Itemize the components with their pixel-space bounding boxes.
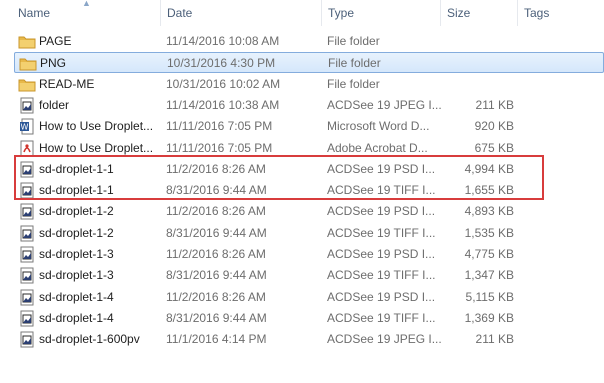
file-date: 11/2/2016 8:26 AM [166,161,266,176]
file-size [447,53,515,74]
file-date: 8/31/2016 9:44 AM [166,268,267,283]
file-row[interactable]: sd-droplet-1-600pv 11/1/2016 4:14 PM ACDSe… [14,329,604,350]
file-name: How to Use Droplet... [39,119,154,134]
file-type: File folder [328,56,381,71]
file-date: 11/14/2016 10:08 AM [166,34,280,48]
file-name: sd-droplet-1-1 [39,161,114,176]
folder-row[interactable]: PAGE 11/14/2016 10:08 AM File folder [14,31,604,52]
file-type: Microsoft Word D... [327,119,430,134]
file-type: ACDSee 19 TIFF I... [327,268,436,283]
image-file-icon [18,310,36,327]
image-file-icon [18,182,36,199]
file-row[interactable]: sd-droplet-1-3 11/2/2016 8:26 AM ACDSee 19… [14,244,604,265]
file-date: 11/11/2016 7:05 PM [166,119,273,134]
image-file-icon [18,203,36,220]
image-file-icon [18,267,36,284]
file-size: 211 KB [475,97,514,112]
file-size: 1,347 KB [464,268,514,283]
file-type: File folder [327,76,380,91]
file-size: 1,369 KB [464,310,514,325]
file-type: File folder [327,34,380,48]
file-type: ACDSee 19 TIFF I... [327,183,436,198]
file-size [446,74,514,95]
folder-icon [19,55,37,72]
folder-row[interactable]: READ-ME 10/31/2016 10:02 AM File folder [14,74,604,95]
file-date: 11/11/2016 7:05 PM [166,140,273,155]
column-header-bar: Name ▲ Date Type Size Tags [0,0,604,26]
file-name: READ-ME [39,76,95,91]
column-header-size[interactable]: Size [441,0,517,26]
file-row[interactable]: W How to Use Droplet... 11/11/2016 7:05 PM… [14,116,604,137]
folder-icon [18,33,36,50]
file-date: 11/2/2016 8:26 AM [166,289,266,304]
image-file-icon [18,97,36,114]
file-size [446,31,514,52]
file-name: sd-droplet-1-1 [39,183,114,198]
file-size: 1,655 KB [464,183,514,198]
file-row[interactable]: sd-droplet-1-2 11/2/2016 8:26 AM ACDSee 19… [14,201,604,222]
file-row[interactable]: sd-droplet-1-1 11/2/2016 8:26 AM ACDSee 19… [14,159,604,180]
folder-icon [18,76,36,93]
file-type: ACDSee 19 PSD I... [327,161,436,176]
file-date: 8/31/2016 9:44 AM [166,225,267,240]
column-header-tags[interactable]: Tags [518,0,604,26]
svg-text:W: W [21,123,29,132]
file-date: 10/31/2016 4:30 PM [167,56,276,71]
file-date: 11/2/2016 8:26 AM [166,247,266,261]
file-size: 920 KB [474,119,514,134]
file-size: 4,775 KB [464,247,514,261]
file-type: ACDSee 19 JPEG I... [327,97,442,112]
file-date: 11/1/2016 4:14 PM [166,332,267,347]
file-row[interactable]: sd-droplet-1-2 8/31/2016 9:44 AM ACDSee 19… [14,223,604,244]
file-type: ACDSee 19 PSD I... [327,247,436,261]
file-size: 4,994 KB [464,161,514,176]
file-type: ACDSee 19 TIFF I... [327,225,436,240]
file-date: 8/31/2016 9:44 AM [166,183,267,198]
file-size: 4,893 KB [464,204,514,219]
image-file-icon [18,161,36,178]
file-size: 675 KB [474,140,514,155]
column-header-type[interactable]: Type [322,0,440,26]
file-date: 11/14/2016 10:38 AM [166,97,280,112]
image-file-icon [18,246,36,263]
file-type: Adobe Acrobat D... [327,140,428,155]
file-name: PNG [40,56,67,71]
sort-ascending-icon: ▲ [82,0,91,8]
image-file-icon [18,225,36,242]
file-date: 8/31/2016 9:44 AM [166,310,267,325]
file-type: ACDSee 19 PSD I... [327,289,436,304]
file-name: sd-droplet-1-3 [39,247,114,261]
word-file-icon: W [18,118,36,135]
file-row[interactable]: sd-droplet-1-1 8/31/2016 9:44 AM ACDSee 19… [14,180,604,201]
file-type: ACDSee 19 TIFF I... [327,310,436,325]
file-name: PAGE [39,34,72,48]
file-name: sd-droplet-1-600pv [39,332,140,347]
file-row[interactable]: sd-droplet-1-3 8/31/2016 9:44 AM ACDSee 19… [14,265,604,286]
file-name: sd-droplet-1-2 [39,225,114,240]
file-row[interactable]: sd-droplet-1-4 8/31/2016 9:44 AM ACDSee 19… [14,308,604,329]
file-date: 10/31/2016 10:02 AM [166,76,281,91]
file-size: 1,535 KB [464,225,514,240]
file-size: 211 KB [475,332,514,347]
folder-row[interactable]: PNG 10/31/2016 4:30 PM File folder [14,52,604,74]
file-row[interactable]: sd-droplet-1-4 11/2/2016 8:26 AM ACDSee 19… [14,287,604,308]
image-file-icon [18,289,36,306]
file-row[interactable]: folder 11/14/2016 10:38 AM ACDSee 19 JPEG … [14,95,604,116]
file-type: ACDSee 19 PSD I... [327,204,436,219]
file-name: How to Use Droplet... [39,140,154,155]
file-date: 11/2/2016 8:26 AM [166,204,266,219]
file-type: ACDSee 19 JPEG I... [327,332,442,347]
file-size: 5,115 KB [465,289,514,304]
file-name: sd-droplet-1-4 [39,289,114,304]
file-name: sd-droplet-1-4 [39,310,114,325]
file-row[interactable]: How to Use Droplet... 11/11/2016 7:05 PM A… [14,138,604,159]
file-name: sd-droplet-1-2 [39,204,114,219]
file-name: folder [39,97,70,112]
image-file-icon [18,331,36,348]
column-header-date[interactable]: Date [161,0,321,26]
file-name: sd-droplet-1-3 [39,268,114,283]
pdf-file-icon [18,140,36,157]
